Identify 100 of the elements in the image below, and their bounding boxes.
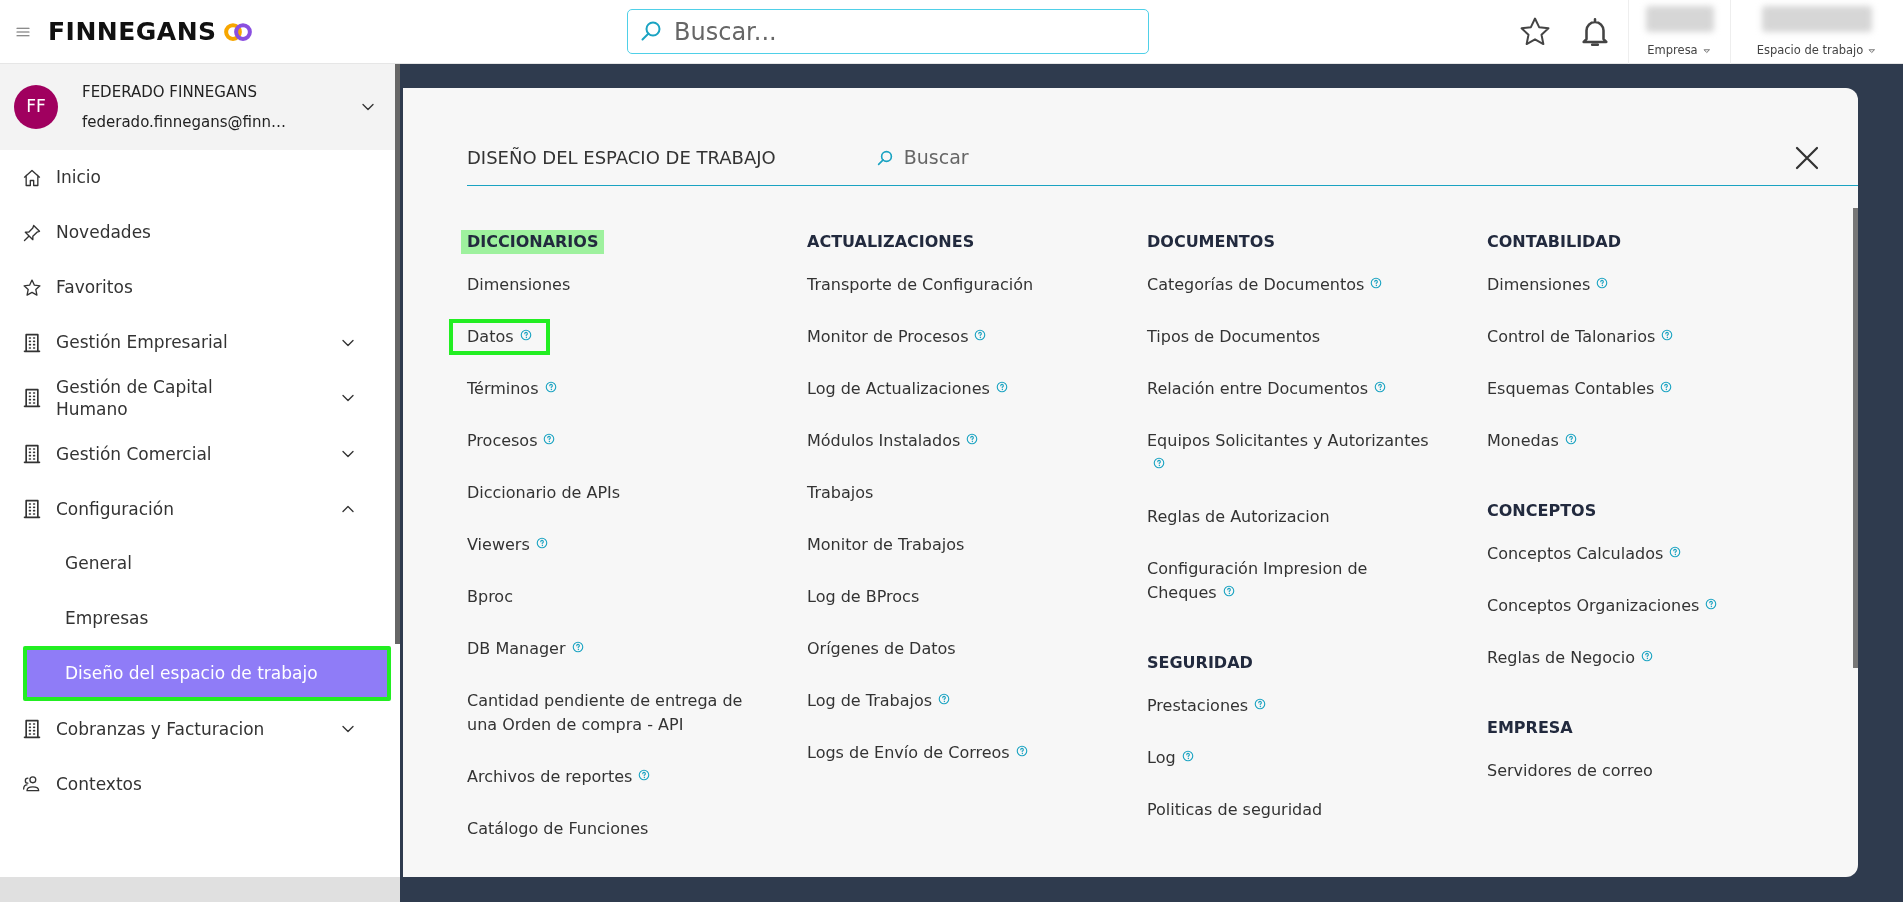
scrollbar[interactable] bbox=[1853, 208, 1858, 668]
help-icon[interactable] bbox=[1705, 598, 1718, 610]
help-icon[interactable] bbox=[1596, 277, 1609, 289]
section-heading: CONTABILIDAD bbox=[1486, 231, 1623, 253]
menu-link[interactable]: Logs de Envío de Correos bbox=[807, 741, 1028, 765]
menu-link[interactable]: Archivos de reportes bbox=[467, 765, 651, 789]
help-icon[interactable] bbox=[543, 433, 556, 445]
selector-dropdown[interactable]: Empresa bbox=[1647, 42, 1698, 60]
submenu-item[interactable]: Empresas bbox=[23, 591, 391, 647]
building-icon bbox=[22, 443, 42, 464]
help-icon[interactable] bbox=[1661, 329, 1674, 341]
menu-link[interactable]: Módulos Instalados bbox=[807, 429, 979, 453]
help-icon[interactable] bbox=[1254, 698, 1267, 710]
menu-link[interactable]: Conceptos Calculados bbox=[1487, 542, 1682, 566]
building-icon bbox=[22, 718, 42, 739]
blurred-value bbox=[1645, 5, 1714, 32]
panel-title: DISEÑO DEL ESPACIO DE TRABAJO bbox=[467, 146, 776, 170]
menu-link[interactable]: Relación entre Documentos bbox=[1147, 377, 1387, 401]
help-icon[interactable] bbox=[995, 381, 1008, 393]
menu-link[interactable]: Control de Talonarios bbox=[1487, 325, 1674, 349]
menu-link[interactable]: Bproc bbox=[467, 585, 513, 609]
search-icon bbox=[639, 19, 663, 43]
menu-link[interactable]: Log de BProcs bbox=[807, 585, 920, 609]
help-icon[interactable] bbox=[1370, 277, 1383, 289]
help-icon[interactable] bbox=[1153, 457, 1165, 469]
sidebar-item[interactable]: Gestión Comercial bbox=[0, 426, 394, 482]
help-icon[interactable] bbox=[544, 381, 557, 393]
scrollbar[interactable] bbox=[395, 64, 400, 644]
menu-link[interactable]: Cantidad pendiente de entrega de una Orden de compra - API bbox=[467, 689, 762, 737]
sidebar-item[interactable]: Cobranzas y Facturacion bbox=[0, 701, 394, 757]
sidebar-item[interactable]: Configuración bbox=[0, 481, 394, 537]
menu-link[interactable]: Diccionario de APIs bbox=[467, 481, 621, 505]
user-name: FEDERADO FINNEGANS bbox=[82, 81, 258, 103]
help-icon[interactable] bbox=[1564, 433, 1577, 445]
help-icon[interactable] bbox=[974, 329, 987, 341]
help-icon[interactable] bbox=[1669, 546, 1682, 558]
people-icon bbox=[22, 773, 42, 794]
logo-text: FINNEGANS bbox=[48, 15, 217, 48]
section-heading: EMPRESA bbox=[1486, 717, 1574, 739]
help-icon[interactable] bbox=[571, 641, 584, 653]
menu-link[interactable]: Esquemas Contables bbox=[1487, 377, 1673, 401]
search-field[interactable]: Buscar... bbox=[627, 9, 1149, 54]
sidebar-item[interactable]: Contextos bbox=[0, 756, 394, 812]
menu-link[interactable]: Monitor de Procesos bbox=[807, 325, 987, 349]
sidebar-item[interactable]: Gestión de Capital Humano bbox=[0, 370, 394, 427]
menu-link[interactable]: Orígenes de Datos bbox=[807, 637, 956, 661]
menu-link[interactable]: Politicas de seguridad bbox=[1147, 798, 1323, 822]
help-icon[interactable] bbox=[1222, 585, 1235, 597]
help-icon[interactable] bbox=[1660, 381, 1673, 393]
help-icon[interactable] bbox=[1181, 750, 1194, 762]
building-icon bbox=[22, 332, 42, 353]
sidebar-item[interactable]: Favoritos bbox=[0, 260, 394, 315]
help-icon[interactable] bbox=[519, 329, 532, 341]
user-email: federado.finnegans@finn… bbox=[82, 112, 287, 133]
home-icon bbox=[22, 167, 42, 188]
menu-link[interactable]: Categorías de Documentos bbox=[1147, 273, 1383, 297]
menu-link[interactable]: Monitor de Trabajos bbox=[807, 533, 965, 557]
building-icon bbox=[22, 498, 42, 519]
search-field[interactable]: Buscar bbox=[901, 142, 1202, 173]
menu-link[interactable]: Configuración Impresion de Cheques bbox=[1147, 557, 1442, 605]
section-heading: SEGURIDAD bbox=[1146, 652, 1254, 674]
menu-link[interactable]: Conceptos Organizaciones bbox=[1487, 594, 1718, 618]
sidebar-item[interactable]: Novedades bbox=[0, 205, 394, 260]
help-icon[interactable] bbox=[1640, 650, 1653, 662]
menu-link[interactable]: Dimensiones bbox=[1487, 273, 1609, 297]
menu-link[interactable]: Tipos de Documentos bbox=[1147, 325, 1321, 349]
submenu-item[interactable]: General bbox=[23, 536, 391, 592]
menu-link[interactable]: Términos bbox=[467, 377, 557, 401]
menu-link[interactable]: Procesos bbox=[467, 429, 556, 453]
menu-link[interactable]: Reglas de Autorizacion bbox=[1147, 505, 1330, 529]
menu-link[interactable]: Prestaciones bbox=[1147, 694, 1267, 718]
help-icon[interactable] bbox=[966, 433, 979, 445]
menu-link[interactable]: Log de Actualizaciones bbox=[807, 377, 1008, 401]
menu-link[interactable]: Viewers bbox=[467, 533, 548, 557]
avatar: FF bbox=[14, 85, 58, 129]
selector-dropdown[interactable]: Espacio de trabajo bbox=[1756, 42, 1864, 60]
section-heading: ACTUALIZACIONES bbox=[806, 231, 976, 253]
menu-link[interactable]: Log bbox=[1147, 746, 1194, 770]
menu-link[interactable]: Servidores de correo bbox=[1487, 759, 1653, 783]
section-heading: DICCIONARIOS bbox=[461, 230, 605, 254]
menu-link[interactable]: Log de Trabajos bbox=[807, 689, 951, 713]
menu-link[interactable]: Reglas de Negocio bbox=[1487, 646, 1653, 670]
menu-link[interactable]: Catálogo de Funciones bbox=[467, 817, 649, 841]
menu-link[interactable]: Monedas bbox=[1487, 429, 1577, 453]
help-icon[interactable] bbox=[938, 693, 951, 705]
sidebar-item[interactable]: Inicio bbox=[0, 150, 394, 205]
menu-link[interactable]: Trabajos bbox=[807, 481, 874, 505]
help-icon[interactable] bbox=[638, 769, 651, 781]
building-icon bbox=[22, 388, 42, 409]
help-icon[interactable] bbox=[535, 537, 548, 549]
menu-link[interactable]: Datos bbox=[467, 325, 532, 349]
menu-link[interactable]: Equipos Solicitantes y Autorizantes bbox=[1147, 429, 1442, 477]
pin-icon bbox=[22, 222, 42, 243]
menu-link[interactable]: Dimensiones bbox=[467, 273, 571, 297]
help-icon[interactable] bbox=[1015, 745, 1028, 757]
sidebar-item[interactable]: Gestión Empresarial bbox=[0, 315, 394, 370]
menu-link[interactable]: DB Manager bbox=[467, 637, 584, 661]
section-heading: CONCEPTOS bbox=[1486, 500, 1598, 522]
menu-link[interactable]: Transporte de Configuración bbox=[807, 273, 1034, 297]
help-icon[interactable] bbox=[1374, 381, 1387, 393]
